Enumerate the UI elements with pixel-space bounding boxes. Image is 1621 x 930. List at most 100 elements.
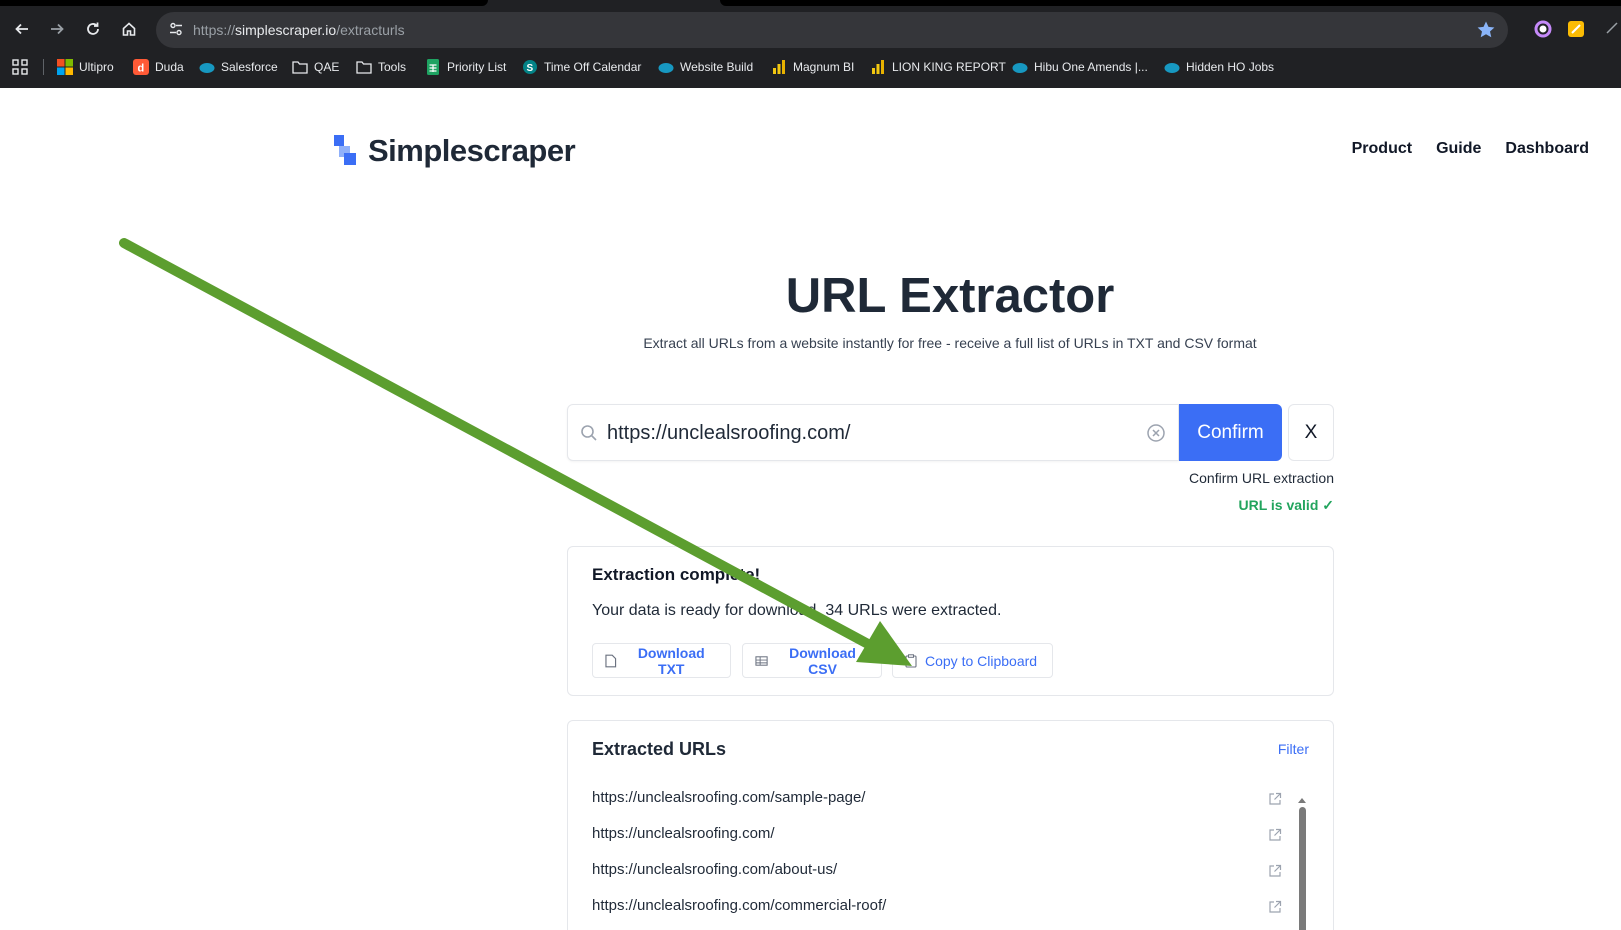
bookmark-qae[interactable]: QAE (292, 52, 339, 82)
url-list-item: https://unclealsroofing.com/ (592, 825, 1282, 861)
external-link-icon[interactable] (1268, 864, 1282, 878)
table-icon (755, 655, 768, 666)
windows-logo-icon (57, 59, 73, 75)
home-button[interactable] (112, 10, 146, 48)
cloud-icon (658, 59, 674, 75)
arrow-right-icon (51, 23, 64, 35)
bookmark-time-off-calendar[interactable]: S Time Off Calendar (522, 52, 641, 82)
top-nav: Product Guide Dashboard (1328, 140, 1589, 158)
close-button[interactable]: X (1288, 404, 1334, 461)
external-link-icon[interactable] (1268, 900, 1282, 914)
sheets-icon (425, 59, 441, 75)
bookmark-label: Ultipro (79, 60, 114, 74)
extension-pen-icon[interactable] (1605, 21, 1619, 35)
extension-ring-icon[interactable] (1533, 19, 1553, 39)
forward-button[interactable] (40, 10, 74, 48)
address-bar[interactable]: https://simplescraper.io/extracturls (156, 12, 1508, 48)
site-settings-icon[interactable] (168, 21, 184, 37)
cloud-icon (199, 59, 215, 75)
bookmarks-separator (43, 59, 44, 75)
cloud-icon (1012, 59, 1028, 75)
url-path: /extracturls (336, 22, 405, 38)
external-link-icon[interactable] (1268, 828, 1282, 842)
bookmark-star-icon[interactable] (1476, 20, 1496, 40)
bookmark-label: QAE (314, 60, 340, 74)
tab-inactive-left[interactable] (0, 0, 488, 6)
nav-product[interactable]: Product (1352, 140, 1412, 158)
bookmark-tools[interactable]: Tools (356, 52, 406, 82)
extraction-result-card: Extraction complete! Your data is ready … (567, 546, 1334, 696)
external-link-icon[interactable] (1268, 792, 1282, 806)
powerbi-icon (771, 59, 787, 75)
bookmark-lion-king-report[interactable]: LION KING REPORT (870, 52, 1006, 82)
scroll-up-icon[interactable] (1297, 796, 1307, 804)
scrollbar-thumb[interactable] (1299, 807, 1306, 930)
bookmark-label: Hidden HO Jobs (1186, 60, 1275, 74)
download-csv-label: Download CSV (789, 644, 856, 677)
extracted-urls-card: Extracted URLs Filter https://unclealsro… (567, 720, 1334, 930)
search-icon (581, 425, 597, 441)
bookmark-label: Tools (378, 60, 407, 74)
svg-text:S: S (527, 63, 534, 74)
url-text[interactable]: https://unclealsroofing.com/sample-page/ (592, 789, 865, 806)
bookmark-ultipro[interactable]: Ultipro (57, 52, 114, 82)
nav-guide[interactable]: Guide (1436, 140, 1481, 158)
url-scheme: https:// (193, 22, 236, 38)
url-search-box (567, 404, 1179, 461)
url-input[interactable] (607, 417, 1127, 449)
bookmark-hidden-ho-jobs[interactable]: Hidden HO Jobs (1164, 52, 1274, 82)
url-list-item: https://unclealsroofing.com/about-us/ (592, 861, 1282, 897)
url-host: simplescraper.io (235, 22, 337, 38)
simplescraper-logo-icon (334, 135, 358, 167)
folder-icon (292, 59, 308, 75)
page-content: Simplescraper Product Guide Dashboard UR… (0, 88, 1621, 930)
filter-link[interactable]: Filter (1278, 741, 1309, 757)
bookmark-magnum-bi[interactable]: Magnum BI (771, 52, 854, 82)
bookmark-label: Magnum BI (793, 60, 855, 74)
back-button[interactable] (5, 10, 39, 48)
cloud-icon (1164, 59, 1180, 75)
tab-strip (0, 0, 1621, 6)
url-list-item: https://unclealsroofing.com/commercial-r… (592, 897, 1282, 930)
download-txt-button[interactable]: Download TXT (592, 643, 731, 678)
bookmark-label: Time Off Calendar (544, 60, 642, 74)
url-list-item: https://unclealsroofing.com/sample-page/ (592, 789, 1282, 825)
powerbi-icon (870, 59, 886, 75)
bookmark-website-build[interactable]: Website Build (658, 52, 753, 82)
bookmark-label: Duda (155, 60, 184, 74)
copy-to-clipboard-button[interactable]: Copy to Clipboard (892, 643, 1053, 678)
folder-icon (356, 59, 372, 75)
url-text[interactable]: https://unclealsroofing.com/ (592, 825, 775, 842)
svg-text:d: d (138, 63, 145, 75)
url-text[interactable]: https://unclealsroofing.com/commercial-r… (592, 897, 886, 914)
sharepoint-icon: S (522, 59, 538, 75)
bookmark-label: Hibu One Amends |... (1034, 60, 1148, 74)
nav-dashboard[interactable]: Dashboard (1505, 140, 1589, 158)
page-subtitle: Extract all URLs from a website instantl… (643, 335, 1257, 351)
confirm-button[interactable]: Confirm (1179, 404, 1282, 461)
bookmark-label: Website Build (680, 60, 754, 74)
bookmark-priority-list[interactable]: Priority List (425, 52, 506, 82)
bookmark-label: Salesforce (221, 60, 278, 74)
download-csv-button[interactable]: Download CSV (742, 643, 882, 678)
url-valid-status: URL is valid ✓ (1238, 497, 1335, 513)
brand-name: Simplescraper (368, 133, 576, 168)
tab-inactive-right[interactable] (720, 0, 1621, 6)
bookmark-hibu-one-amends[interactable]: Hibu One Amends |... (1012, 52, 1148, 82)
reload-button[interactable] (76, 10, 110, 48)
url-text[interactable]: https://unclealsroofing.com/about-us/ (592, 861, 837, 878)
home-icon (122, 22, 136, 36)
url-text[interactable]: https://simplescraper.io/extracturls (193, 12, 405, 48)
browser-chrome: https://simplescraper.io/extracturls Ult… (0, 0, 1621, 88)
bookmark-duda[interactable]: d Duda (133, 52, 184, 82)
clear-input-icon[interactable] (1146, 423, 1166, 443)
site-logo[interactable]: Simplescraper (334, 133, 576, 169)
clipboard-icon (905, 653, 917, 668)
apps-grid-icon[interactable] (12, 59, 28, 75)
bookmark-salesforce[interactable]: Salesforce (199, 52, 278, 82)
result-heading: Extraction complete! (592, 565, 761, 584)
download-txt-label: Download TXT (637, 644, 705, 677)
url-list-scrollbar[interactable] (1297, 791, 1307, 930)
extension-notes-icon[interactable] (1566, 19, 1586, 39)
bookmark-label: LION KING REPORT (892, 60, 1006, 74)
